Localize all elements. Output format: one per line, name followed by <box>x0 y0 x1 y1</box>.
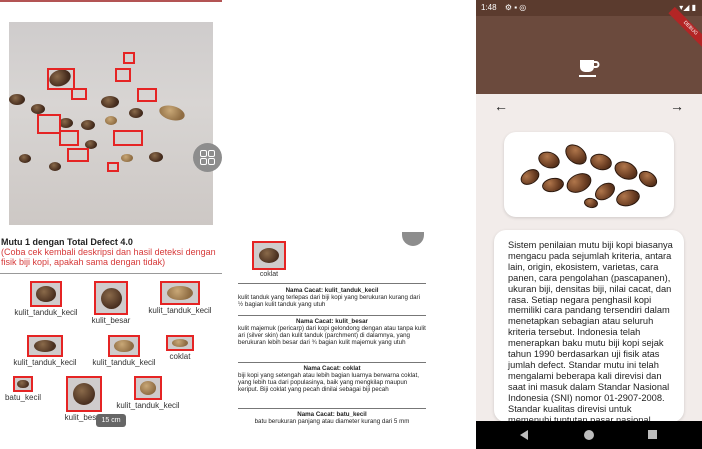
recents-nav-icon[interactable] <box>648 430 657 439</box>
defect-description-panel: coklat Nama Cacat: kulit_tanduk_kecil ku… <box>238 232 426 435</box>
back-nav-icon[interactable] <box>520 430 529 440</box>
detection-item: coklat <box>160 335 200 361</box>
detection-box <box>123 52 135 64</box>
detection-item: kulit_tanduk_kecil <box>140 281 220 315</box>
summary-title: Mutu 1 dengan Total Defect 4.0 <box>1 237 133 247</box>
defect-name: Nama Cacat: kulit_besar <box>296 318 368 325</box>
detection-label: batu_kecil <box>4 393 42 402</box>
bean <box>105 116 117 125</box>
forward-arrow-icon[interactable]: → <box>670 98 684 114</box>
app-bar: DEBUG <box>476 6 702 94</box>
defect-name: Nama Cacat: coklat <box>303 365 361 372</box>
detection-box <box>107 162 119 172</box>
detection-item: kulit_tanduk_kecil <box>2 335 88 367</box>
detection-item: kulit_tanduk_kecil <box>88 335 160 367</box>
defect-name: Nama Cacat: batu_kecil <box>297 411 367 418</box>
defect-desc: biji kopi yang setengah atau lebih bagia… <box>238 372 419 394</box>
detection-label: kulit_tanduk_kecil <box>13 358 77 367</box>
bean <box>81 120 95 130</box>
defect-desc: batu berukuran panjang atau diameter kur… <box>254 418 410 426</box>
fullscreen-toggle-icon[interactable] <box>193 143 222 172</box>
divider <box>238 283 426 284</box>
bean <box>121 154 133 162</box>
detection-box <box>115 68 131 82</box>
home-nav-icon[interactable] <box>584 430 594 440</box>
top-divider <box>0 0 222 2</box>
phone-screen: 1:48 ⚙ ▪ ◎ ▾◢ ▮ DEBUG ← → Sistem penilai… <box>476 0 702 449</box>
defect-name: Nama Cacat: kulit_tanduk_kecil <box>285 287 379 294</box>
description-card: Sistem penilaian mutu biji kopi biasanya… <box>494 230 684 422</box>
thumbnail-label: coklat <box>259 271 279 278</box>
coffee-beans-image-card <box>504 132 674 217</box>
quality-summary: Mutu 1 dengan Total Defect 4.0 (Coba cek… <box>1 237 222 267</box>
defect-desc: kulit majemuk (pericarp) dari kopi gelon… <box>238 325 426 347</box>
android-nav-bar <box>476 421 702 449</box>
bean <box>9 94 25 105</box>
detection-thumbnail <box>252 241 286 270</box>
bean <box>157 102 187 124</box>
detection-box <box>59 130 79 146</box>
detection-result-panel: Mutu 1 dengan Total Defect 4.0 (Coba cek… <box>0 0 222 432</box>
bean <box>129 108 143 118</box>
defect-entry: Nama Cacat: kulit_tanduk_kecil kulit tan… <box>238 287 426 308</box>
bean <box>49 162 61 171</box>
defect-entry: Nama Cacat: batu_kecil batu berukuran pa… <box>238 411 426 425</box>
divider <box>238 315 426 316</box>
detection-label: coklat <box>169 352 191 361</box>
coffee-cup-icon <box>579 60 600 77</box>
coffee-bean-photo <box>9 22 213 225</box>
quality-description: Sistem penilaian mutu biji kopi biasanya… <box>508 240 673 422</box>
screenshot-collage: Mutu 1 dengan Total Defect 4.0 (Coba cek… <box>0 0 702 449</box>
settings-status-icon: ⚙ ▪ ◎ <box>504 3 527 12</box>
detection-item: kulit_tanduk_kecil <box>108 376 188 410</box>
detection-box <box>47 68 75 90</box>
bean <box>101 96 119 108</box>
detection-label: kulit_tanduk_kecil <box>116 401 180 410</box>
bean <box>59 118 73 128</box>
divider <box>238 408 426 409</box>
detection-box <box>37 114 61 134</box>
detection-box <box>67 148 89 162</box>
defect-entry: Nama Cacat: coklat biji kopi yang seteng… <box>238 365 426 393</box>
detection-item: batu_kecil <box>0 376 46 402</box>
detection-item: kulit_tanduk_kecil <box>12 281 80 317</box>
detection-box <box>137 88 157 102</box>
bean <box>149 152 163 162</box>
status-time: 1:48 <box>481 3 497 12</box>
defect-desc: kulit tanduk yang terlepas dari biji kop… <box>238 294 420 309</box>
detection-box <box>71 88 87 100</box>
detection-label: kulit_besar <box>91 316 131 325</box>
divider <box>238 362 426 363</box>
detection-box <box>113 130 143 146</box>
detection-item: kulit_besar <box>84 281 138 325</box>
detection-label: kulit_tanduk_kecil <box>14 308 78 317</box>
bean <box>31 104 45 114</box>
detection-label: kulit_tanduk_kecil <box>148 306 212 315</box>
defect-entry: Nama Cacat: kulit_besar kulit majemuk (p… <box>238 318 426 346</box>
detection-label: kulit_tanduk_kecil <box>92 358 156 367</box>
bean <box>19 154 31 163</box>
summary-note: (Coba cek kembali deskripsi dan hasil de… <box>1 247 216 267</box>
navigation-row: ← → <box>476 94 702 122</box>
divider <box>0 273 222 274</box>
back-arrow-icon[interactable]: ← <box>494 98 508 114</box>
fullscreen-toggle-icon[interactable] <box>402 232 424 246</box>
toast-message: 15 cm <box>96 414 126 427</box>
